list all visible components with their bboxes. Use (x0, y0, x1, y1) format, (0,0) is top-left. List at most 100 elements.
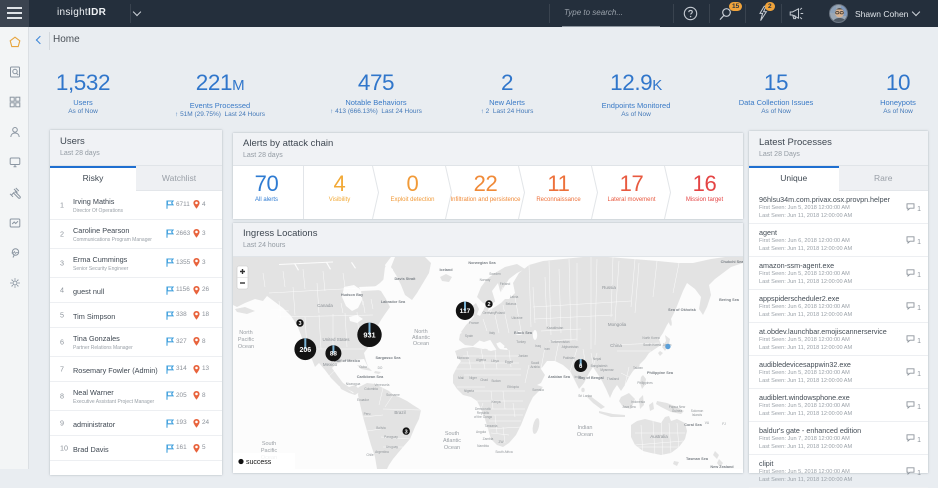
svg-text:Italy: Italy (489, 331, 495, 335)
svg-text:Uruguay: Uruguay (386, 445, 398, 449)
svg-text:Thailand: Thailand (607, 377, 619, 381)
svg-text:Iceland: Iceland (439, 268, 453, 272)
svg-text:Morocco: Morocco (457, 356, 469, 360)
svg-text:Niger: Niger (469, 376, 478, 380)
svg-text:FJ: FJ (722, 422, 726, 426)
svg-text:Pacific: Pacific (238, 337, 254, 343)
svg-text:Tanzania: Tanzania (485, 424, 498, 428)
svg-text:Jordan: Jordan (518, 354, 528, 358)
svg-text:Canada: Canada (317, 303, 333, 308)
svg-text:Arabian Sea: Arabian Sea (548, 375, 571, 379)
svg-text:Bay of Bengal: Bay of Bengal (578, 376, 603, 380)
svg-text:Germany: Germany (482, 311, 496, 315)
svg-text:Mali: Mali (458, 376, 464, 380)
svg-text:Peru: Peru (364, 412, 371, 416)
svg-text:South Africa: South Africa (495, 450, 512, 454)
svg-text:Colombia: Colombia (364, 387, 378, 391)
svg-text:Ocean: Ocean (444, 445, 460, 451)
svg-text:Finland: Finland (500, 282, 511, 286)
svg-text:Belarus: Belarus (506, 302, 517, 306)
svg-text:North Korea: North Korea (642, 336, 659, 340)
svg-text:931: 931 (363, 330, 375, 339)
svg-text:Suriname: Suriname (386, 393, 400, 397)
svg-text:Australia: Australia (650, 434, 668, 439)
svg-text:Iraq: Iraq (535, 344, 541, 348)
svg-text:Ocean: Ocean (238, 344, 254, 350)
svg-text:Algeria: Algeria (476, 358, 486, 362)
svg-text:Poland: Poland (495, 311, 505, 315)
svg-text:Pakistan: Pakistan (563, 356, 575, 360)
svg-text:Bolivia: Bolivia (376, 426, 386, 430)
svg-text:Mongolia: Mongolia (608, 322, 627, 327)
svg-text:Somalia: Somalia (532, 388, 544, 392)
svg-text:Angola: Angola (476, 430, 486, 434)
svg-text:South: South (445, 431, 459, 437)
svg-text:Bering Sea: Bering Sea (719, 298, 740, 302)
svg-text:Sri Lanka: Sri Lanka (578, 394, 592, 398)
svg-text:Kazakhstan: Kazakhstan (547, 326, 564, 330)
svg-text:Argentina: Argentina (375, 450, 389, 454)
svg-text:Ecuador: Ecuador (357, 398, 370, 402)
svg-text:117: 117 (460, 308, 471, 315)
svg-text:of the Congo: of the Congo (474, 415, 492, 419)
svg-text:Tasman Sea: Tasman Sea (686, 457, 709, 461)
svg-text:Venezuela: Venezuela (375, 383, 390, 387)
svg-text:Davis Strait: Davis Strait (395, 277, 417, 281)
svg-text:South Korea: South Korea (643, 343, 661, 347)
svg-text:Kenya: Kenya (491, 400, 500, 404)
svg-text:Sea of Okhotsk: Sea of Okhotsk (668, 308, 697, 312)
svg-text:Caribbean Sea: Caribbean Sea (357, 375, 384, 379)
svg-text:Philippine Sea: Philippine Sea (647, 371, 674, 375)
svg-text:Norway: Norway (480, 278, 491, 282)
svg-text:VU: VU (705, 421, 710, 425)
svg-text:Nepal: Nepal (593, 357, 602, 361)
svg-text:United States: United States (322, 337, 350, 342)
svg-text:Sargasso Sea: Sargasso Sea (376, 356, 402, 360)
svg-text:Ukraine: Ukraine (512, 316, 523, 320)
svg-text:Latvia: Latvia (510, 295, 519, 299)
svg-text:Guinea: Guinea (672, 409, 683, 413)
svg-text:Labrador Sea: Labrador Sea (381, 300, 406, 304)
svg-text:88: 88 (330, 351, 338, 358)
svg-text:Chad: Chad (480, 378, 488, 382)
svg-text:Coral Sea: Coral Sea (684, 423, 702, 427)
svg-text:Java Sea: Java Sea (622, 405, 636, 409)
svg-text:Sudan: Sudan (491, 379, 500, 383)
svg-text:Arabia: Arabia (530, 365, 539, 369)
svg-text:Egypt: Egypt (505, 360, 513, 364)
svg-text:New Zealand: New Zealand (710, 465, 734, 469)
svg-text:Brazil: Brazil (394, 410, 405, 415)
svg-text:Paraguay: Paraguay (384, 435, 398, 439)
svg-text:Turkey: Turkey (516, 340, 526, 344)
svg-text:Zambia: Zambia (483, 437, 494, 441)
svg-text:North: North (239, 330, 252, 336)
svg-text:ZW: ZW (499, 440, 504, 444)
svg-text:2: 2 (487, 302, 490, 308)
svg-text:Atlantic: Atlantic (443, 438, 461, 444)
svg-text:Myanmar: Myanmar (600, 368, 614, 372)
svg-text:206: 206 (299, 347, 311, 354)
svg-text:South: South (262, 441, 276, 447)
svg-text:Libya: Libya (491, 359, 499, 363)
svg-text:Nigeria: Nigeria (464, 389, 474, 393)
svg-text:Iran: Iran (544, 347, 550, 351)
svg-text:Taiwan: Taiwan (633, 366, 643, 370)
svg-text:Afghanistan: Afghanistan (562, 345, 579, 349)
svg-text:3: 3 (405, 429, 408, 435)
svg-text:Norwegian Sea: Norwegian Sea (468, 261, 496, 265)
svg-text:Sweden: Sweden (489, 272, 501, 276)
svg-text:success: success (246, 459, 272, 466)
svg-text:Hudson Bay: Hudson Bay (341, 293, 364, 297)
svg-text:Ocean: Ocean (577, 432, 593, 438)
svg-text:Russia: Russia (602, 285, 616, 290)
svg-text:DO: DO (378, 366, 383, 370)
svg-text:China: China (610, 343, 622, 348)
svg-text:Nicaragua: Nicaragua (346, 382, 361, 386)
svg-text:Turkmenistan: Turkmenistan (550, 340, 569, 344)
svg-text:Black Sea: Black Sea (514, 331, 533, 335)
svg-text:Chile: Chile (366, 453, 373, 457)
svg-text:Ocean: Ocean (413, 341, 429, 347)
svg-text:Philippines: Philippines (637, 381, 653, 385)
svg-text:Chukchi Sea: Chukchi Sea (721, 260, 743, 264)
svg-text:Ethiopia: Ethiopia (507, 385, 519, 389)
